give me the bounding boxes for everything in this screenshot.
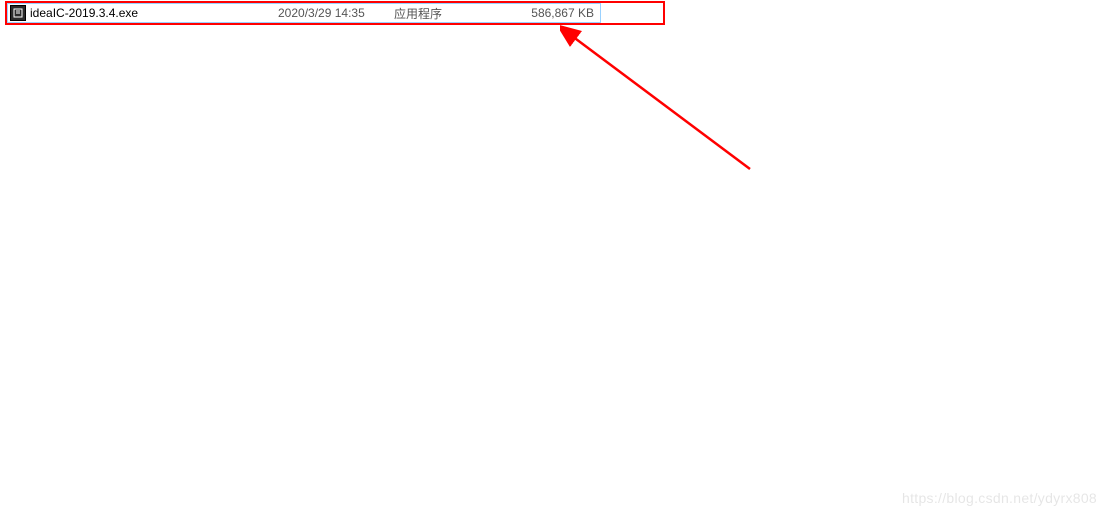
file-list-item[interactable]: ideaIC-2019.3.4.exe 2020/3/29 14:35 应用程序… (7, 3, 601, 23)
highlight-box: ideaIC-2019.3.4.exe 2020/3/29 14:35 应用程序… (5, 1, 665, 25)
annotation-arrow (560, 24, 770, 184)
file-name: ideaIC-2019.3.4.exe (30, 6, 278, 20)
watermark-text: https://blog.csdn.net/ydyrx808 (902, 490, 1097, 506)
file-type: 应用程序 (394, 5, 494, 22)
file-date-modified: 2020/3/29 14:35 (278, 6, 394, 20)
executable-icon (10, 5, 26, 21)
file-size: 586,867 KB (494, 6, 600, 20)
